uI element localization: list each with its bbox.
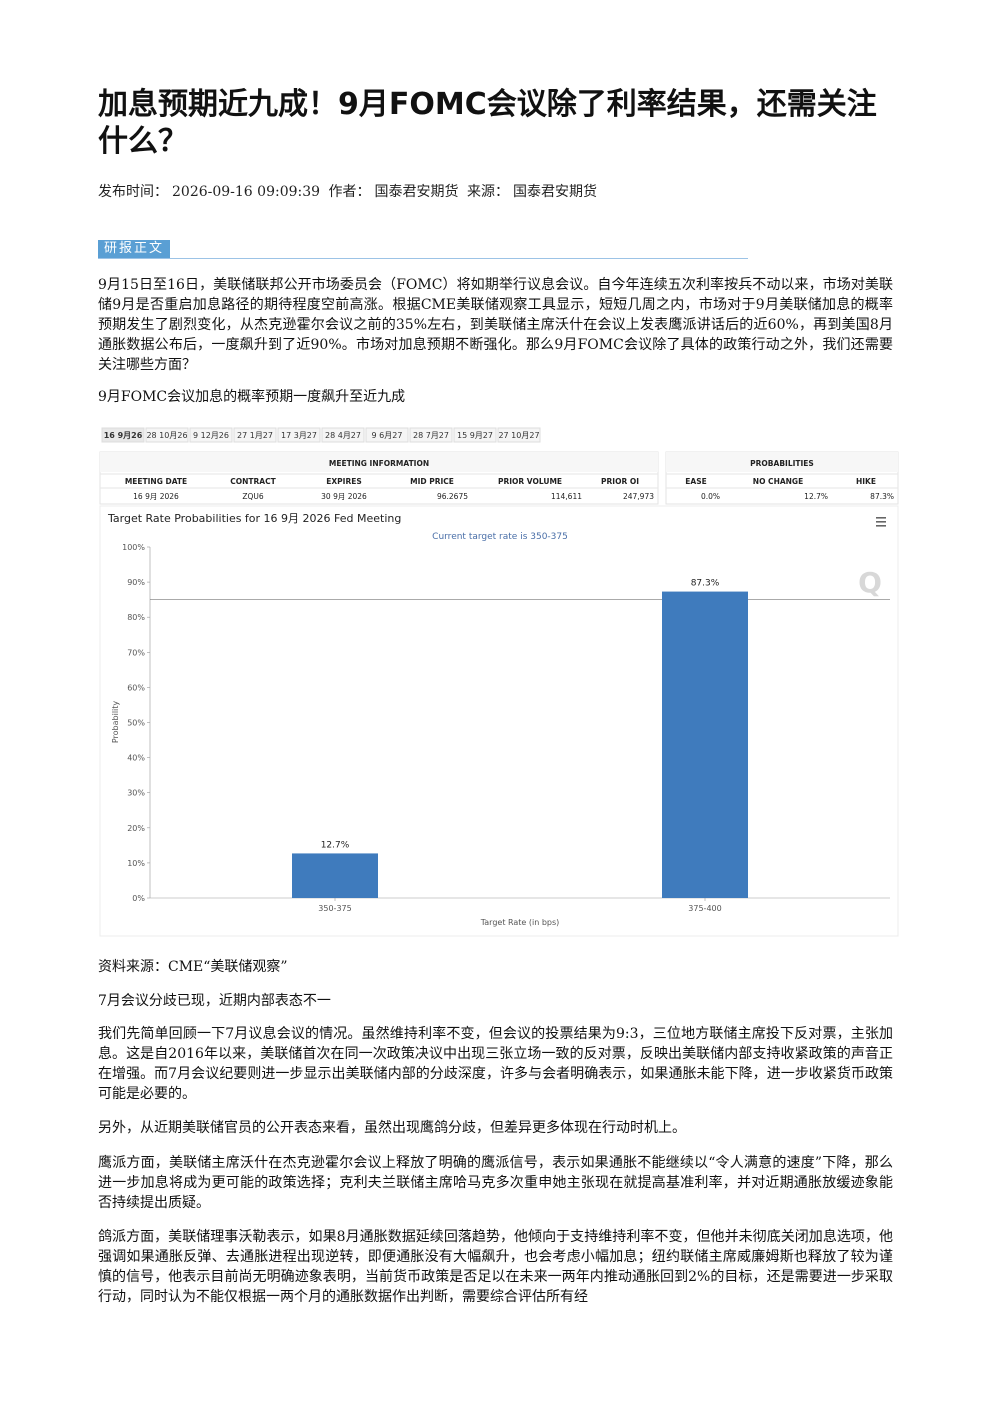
date-tab-label: 27 1月27	[237, 431, 273, 440]
probabilities-title: PROBABILITIES	[750, 459, 814, 468]
meeting-header-cell: MEETING DATE	[125, 477, 187, 486]
fedwatch-screenshot: 16 9月26 28 10月26 9 12月26 27 1月27 17 3月27 28 4…	[99, 427, 899, 937]
date-tab-label: 9 12月26	[193, 431, 229, 440]
y-tick-label: 0%	[132, 894, 145, 903]
meeting-info-title: MEETING INFORMATION	[329, 459, 429, 468]
intro-paragraph: 9月15日至16日，美联储联邦公开市场委员会（FOMC）将如期举行议息会议。自今…	[98, 277, 893, 373]
figure-caption: 资料来源：CME“美联储观察”	[98, 959, 288, 975]
paragraph-official-remarks: 另外，从近期美联储官员的公开表态来看，虽然出现鹰鸽分歧，但差异更多体现在行动时机…	[98, 1120, 686, 1136]
chart-menu-icon[interactable]	[876, 517, 886, 527]
paragraph-hawkish: 鹰派方面，美联储主席沃什在杰克逊霍尔会议上释放了明确的鹰派信号，表示如果通胀不能…	[98, 1155, 893, 1211]
figure-heading: 9月FOMC会议加息的概率预期一度飙升至近九成	[98, 389, 406, 405]
meeting-value-cell: 16 9月 2026	[133, 492, 179, 501]
meeting-header-cell: EXPIRES	[326, 477, 362, 486]
y-tick-label: 70%	[127, 648, 145, 657]
meeting-header-cell: PRIOR OI	[601, 477, 639, 486]
y-tick-label: 60%	[127, 683, 145, 692]
bar-data-label: 87.3%	[691, 579, 720, 589]
prob-header-cell: EASE	[685, 477, 706, 486]
date-tab-label: 28 4月27	[325, 431, 361, 440]
paragraph-dovish: 鸽派方面，美联储理事沃勒表示，如果8月通胀数据延续回落趋势，他倾向于支持维持利率…	[98, 1229, 893, 1305]
article-meta: 发布时间： 2026-09-16 09:09:39 作者： 国泰君安期货 来源： 国泰…	[98, 181, 601, 201]
meeting-value-cell: 114,611	[551, 492, 582, 501]
meeting-value-cell: 30 9月 2026	[321, 492, 367, 501]
bar	[292, 853, 378, 898]
y-tick-label: 100%	[122, 543, 145, 552]
date-tab-label: 17 3月27	[281, 431, 317, 440]
bar	[662, 591, 748, 898]
chart-panel	[99, 505, 899, 937]
date-tab-label: 28 7月27	[413, 431, 449, 440]
y-tick-label: 80%	[127, 613, 145, 622]
section-heading-july: 7月会议分歧已现，近期内部表态不一	[98, 993, 331, 1009]
prob-value-cell: 12.7%	[804, 492, 828, 501]
author: 国泰君安期货	[374, 184, 459, 200]
chart-subtitle: Current target rate is 350-375	[432, 532, 568, 542]
source: 国泰君安期货	[512, 184, 597, 200]
y-tick-label: 40%	[127, 754, 145, 763]
meeting-header-cell: MID PRICE	[410, 477, 454, 486]
bar-data-label: 12.7%	[321, 840, 350, 850]
meeting-value-cell: ZQU6	[242, 492, 264, 501]
chart-title: Target Rate Probabilities for 16 9月 2026…	[107, 512, 401, 525]
meeting-value-cell: 96.2675	[437, 492, 468, 501]
prob-value-cell: 0.0%	[701, 492, 720, 501]
published-time: 2026-09-16 09:09:39	[172, 184, 321, 200]
x-tick-label: 350-375	[318, 904, 351, 913]
y-tick-label: 30%	[127, 789, 145, 798]
y-tick-label: 10%	[127, 859, 145, 868]
meeting-header-cell: PRIOR VOLUME	[498, 477, 562, 486]
article-title: 加息预期近九成！9月FOMC会议除了利率结果，还需关注什么？	[98, 87, 877, 159]
prob-header-cell: NO CHANGE	[753, 477, 803, 486]
date-tab-label: 28 10月26	[146, 431, 187, 440]
date-tab-label: 16 9月26	[104, 431, 143, 440]
meeting-value-cell: 247,973	[623, 492, 654, 501]
meeting-header-cell: CONTRACT	[230, 477, 276, 486]
y-tick-label: 50%	[127, 719, 145, 728]
watermark-logo: Q	[858, 566, 882, 599]
y-axis-label: Probability	[111, 701, 120, 744]
prob-header-cell: HIKE	[856, 477, 876, 486]
section-tag: 研报正文	[98, 240, 171, 258]
y-tick-label: 20%	[127, 824, 145, 833]
x-tick-label: 375-400	[688, 904, 721, 913]
date-tab-label: 15 9月27	[457, 431, 493, 440]
y-tick-label: 90%	[127, 578, 145, 587]
author-label: 作者：	[328, 184, 371, 200]
fedwatch-figure: 16 9月26 28 10月26 9 12月26 27 1月27 17 3月27 28 4…	[98, 422, 900, 938]
date-tab-label: 9 6月27	[372, 431, 403, 440]
x-axis-label: Target Rate (in bps)	[480, 918, 560, 927]
paragraph-july-meeting: 我们先简单回顾一下7月议息会议的情况。虽然维持利率不变，但会议的投票结果为9:3…	[98, 1026, 893, 1102]
prob-value-cell: 87.3%	[870, 492, 894, 501]
section-divider	[98, 258, 748, 259]
date-tabs: 16 9月26 28 10月26 9 12月26 27 1月27 17 3月27 28 4…	[101, 427, 541, 443]
source-label: 来源：	[466, 184, 509, 200]
published-label: 发布时间：	[98, 184, 168, 200]
date-tab-label: 27 10月27	[498, 431, 539, 440]
